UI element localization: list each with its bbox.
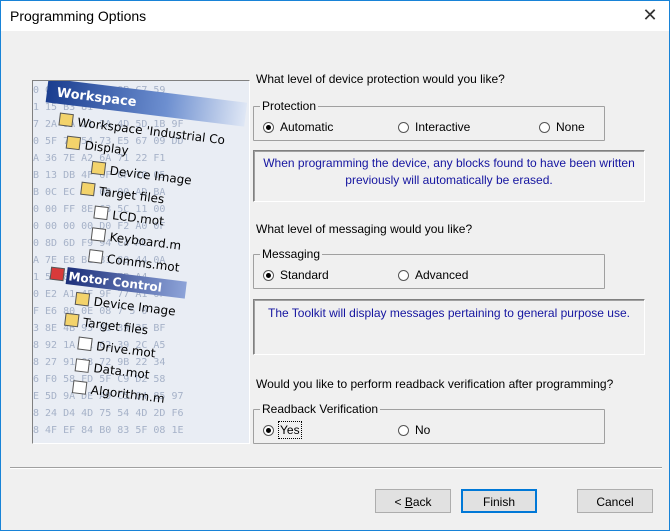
file-icon xyxy=(77,336,93,352)
protection-info-box: When programming the device, any blocks … xyxy=(253,150,645,202)
radio-automatic[interactable]: Automatic xyxy=(263,120,333,134)
radio-none-label: None xyxy=(556,120,585,134)
window-title: Programming Options xyxy=(10,8,147,24)
radio-indicator[interactable] xyxy=(398,424,409,436)
radio-no-label: No xyxy=(415,423,431,437)
readback-legend: Readback Verification xyxy=(260,402,381,416)
folder-icon xyxy=(64,312,80,328)
readback-group: Readback Verification Yes No xyxy=(253,402,605,444)
readback-question: Would you like to perform readback verif… xyxy=(256,377,614,391)
programming-options-dialog: Programming Options ✕ 0 C0 xyxy=(0,0,670,531)
folder-icon xyxy=(74,291,91,307)
radio-advanced-label: Advanced xyxy=(415,268,469,282)
messaging-info-text: The Toolkit will display messages pertai… xyxy=(268,306,630,320)
messaging-question: What level of messaging would you like? xyxy=(256,222,473,236)
radio-interactive-label: Interactive xyxy=(415,120,471,134)
back-button[interactable]: < Back xyxy=(375,489,451,513)
folder-icon xyxy=(58,112,74,128)
radio-standard-label: Standard xyxy=(280,268,329,282)
file-icon xyxy=(90,227,107,242)
messaging-group: Messaging Standard Advanced xyxy=(253,247,605,289)
folder-icon xyxy=(49,266,66,282)
file-icon xyxy=(93,205,109,221)
radio-indicator[interactable] xyxy=(539,121,550,133)
protection-group: Protection Automatic Interactive None xyxy=(253,99,605,141)
radio-advanced[interactable]: Advanced xyxy=(398,268,468,282)
radio-automatic-label: Automatic xyxy=(280,120,334,134)
radio-none[interactable]: None xyxy=(539,120,585,134)
radio-no[interactable]: No xyxy=(398,423,430,437)
messaging-legend: Messaging xyxy=(260,247,323,261)
title-bar[interactable]: Programming Options ✕ xyxy=(1,1,669,31)
radio-indicator[interactable] xyxy=(263,424,274,436)
button-divider xyxy=(10,467,662,469)
radio-interactive[interactable]: Interactive xyxy=(398,120,470,134)
workspace-illustration: 0 C0 4B B3 8D 9B C7 591 15 B3 81 48 DA F… xyxy=(32,80,250,444)
hex-row: 8 24 D4 4D 75 54 4D 2D F6 xyxy=(33,408,184,419)
protection-question: What level of device protection would yo… xyxy=(256,72,505,86)
radio-standard[interactable]: Standard xyxy=(263,268,329,282)
radio-yes-label: Yes xyxy=(278,421,302,439)
folder-icon xyxy=(90,160,107,176)
file-icon xyxy=(71,380,88,395)
protection-info-text: When programming the device, any blocks … xyxy=(263,156,635,187)
file-icon xyxy=(87,249,104,264)
content-panel: 0 C0 4B B3 8D 9B C7 591 15 B3 81 48 DA F… xyxy=(22,47,647,454)
file-icon xyxy=(74,358,91,373)
radio-yes[interactable]: Yes xyxy=(263,421,302,439)
radio-indicator[interactable] xyxy=(398,269,409,281)
close-icon[interactable]: ✕ xyxy=(639,5,661,27)
mnemonic-letter: B xyxy=(404,495,413,509)
cancel-button[interactable]: Cancel xyxy=(577,489,653,513)
messaging-info-box: The Toolkit will display messages pertai… xyxy=(253,299,645,355)
folder-icon xyxy=(80,181,96,197)
radio-indicator[interactable] xyxy=(398,121,409,133)
folder-icon xyxy=(65,135,82,151)
radio-indicator[interactable] xyxy=(263,121,274,133)
hex-row: 8 4F EF 84 B0 83 5F 08 1E xyxy=(33,425,184,436)
radio-indicator[interactable] xyxy=(263,269,274,281)
finish-button[interactable]: Finish xyxy=(461,489,537,513)
back-button-label: < Back xyxy=(394,495,432,509)
protection-legend: Protection xyxy=(260,99,319,113)
